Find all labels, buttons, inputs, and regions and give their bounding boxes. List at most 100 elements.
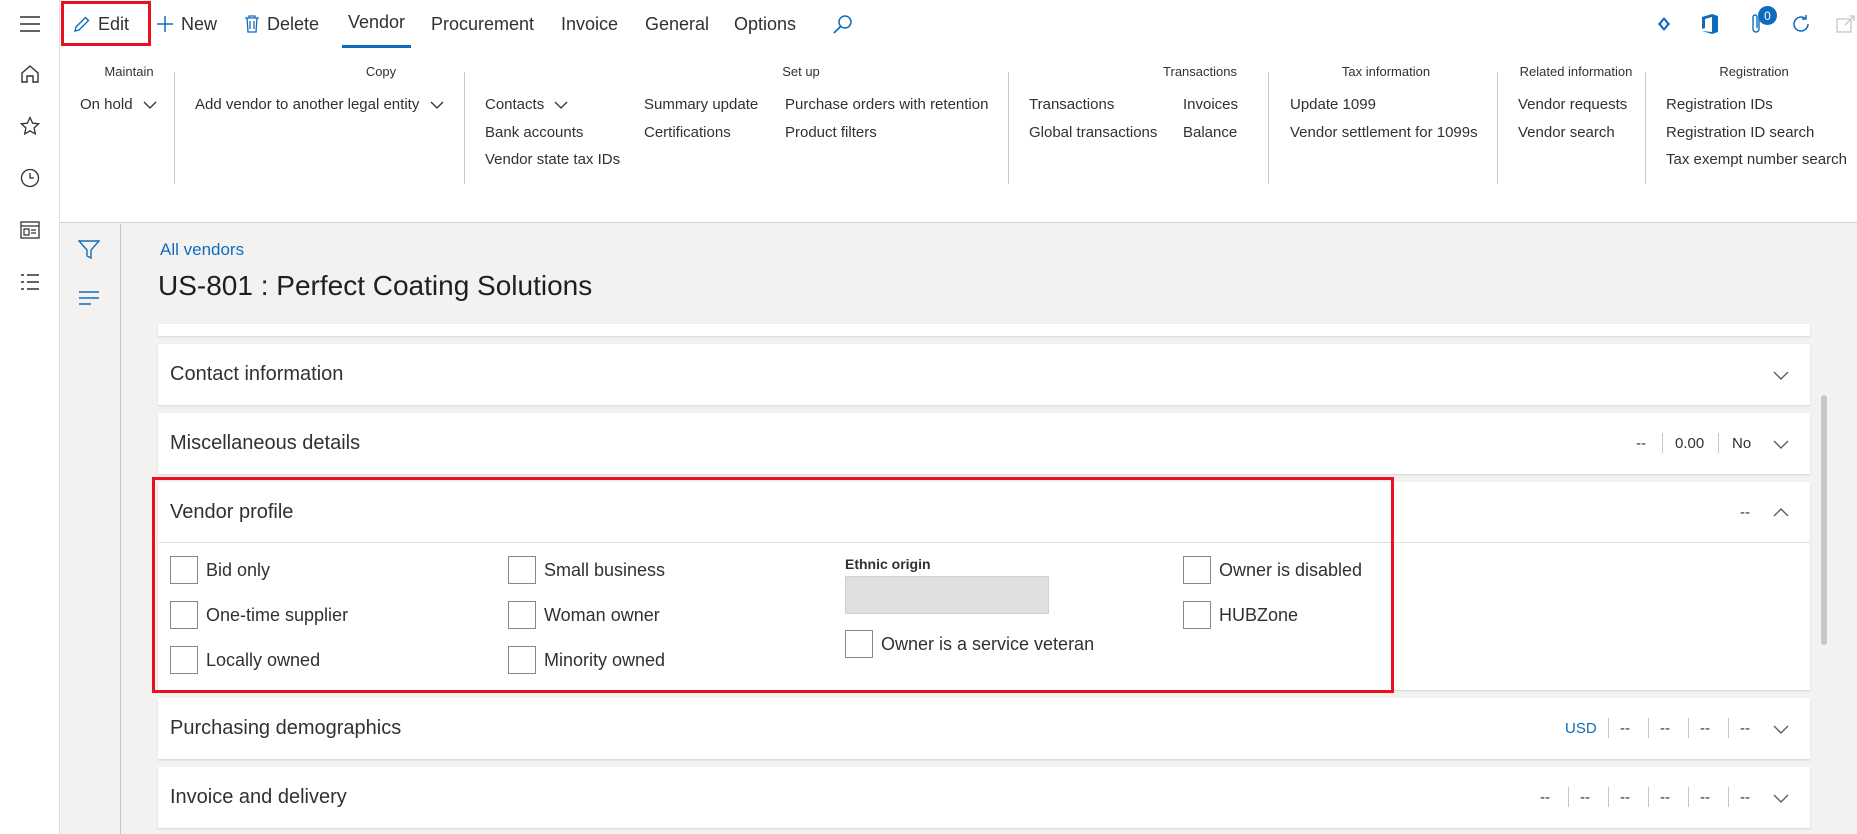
bank-accounts-button[interactable]: Bank accounts: [485, 124, 583, 141]
summary-divider: [1688, 718, 1689, 738]
ribbon-separator: [464, 72, 465, 184]
tab-general[interactable]: General: [645, 0, 709, 48]
vendor-state-tax-ids-button[interactable]: Vendor state tax IDs: [485, 151, 620, 168]
delete-label: Delete: [267, 13, 320, 34]
summary-value: --: [1660, 788, 1670, 806]
chevron-down-icon: [143, 101, 157, 109]
purchase-orders-retention-button[interactable]: Purchase orders with retention: [785, 96, 988, 113]
open-new-window-icon[interactable]: [1836, 0, 1857, 48]
summary-divider: [1718, 433, 1719, 453]
action-bar: Edit New Delete Vendor Procurement Invoi…: [60, 0, 1857, 48]
summary-value: --: [1636, 434, 1646, 452]
section-contact-information[interactable]: Contact information: [158, 344, 1810, 405]
summary-divider: [1608, 718, 1609, 738]
chevron-down-icon[interactable]: [1772, 789, 1790, 807]
search-icon[interactable]: [832, 0, 861, 48]
contacts-button[interactable]: Contacts: [485, 96, 568, 113]
summary-value: --: [1660, 719, 1670, 737]
summary-divider: [1648, 787, 1649, 807]
summary-divider: [1568, 787, 1569, 807]
registration-ids-button[interactable]: Registration IDs: [1666, 96, 1773, 113]
office-icon[interactable]: [1700, 0, 1727, 48]
transactions-button[interactable]: Transactions: [1029, 96, 1114, 113]
modules-list-icon[interactable]: [18, 270, 42, 294]
on-hold-button[interactable]: On hold: [80, 96, 157, 113]
nav-rail: [0, 0, 60, 834]
summary-value: --: [1700, 788, 1710, 806]
star-icon[interactable]: [18, 114, 42, 138]
plus-icon: [157, 16, 173, 32]
new-button[interactable]: New: [156, 0, 217, 48]
chevron-down-icon[interactable]: [1772, 720, 1790, 738]
breadcrumb[interactable]: All vendors: [160, 240, 244, 260]
vertical-scrollbar[interactable]: [1821, 395, 1827, 645]
tab-invoice[interactable]: Invoice: [561, 0, 618, 48]
section-title: Invoice and delivery: [170, 785, 347, 808]
edit-highlight-box: [61, 1, 151, 46]
currency-link[interactable]: USD: [1565, 698, 1597, 758]
summary-value: --: [1620, 719, 1630, 737]
tax-exempt-number-search-button[interactable]: Tax exempt number search: [1666, 151, 1847, 168]
filter-pane: [60, 224, 121, 834]
add-vendor-legal-entity-label: Add vendor to another legal entity: [195, 96, 420, 113]
summary-divider: [1662, 433, 1663, 453]
summary-divider: [1608, 787, 1609, 807]
invoices-button[interactable]: Invoices: [1183, 96, 1238, 113]
chevron-down-icon: [430, 101, 443, 109]
chevron-down-icon[interactable]: [1772, 435, 1790, 453]
ribbon-separator: [1497, 72, 1498, 184]
certifications-button[interactable]: Certifications: [644, 124, 731, 141]
section-purchasing-demographics[interactable]: Purchasing demographics USD -- -- -- --: [158, 698, 1810, 759]
section-title: Contact information: [170, 362, 344, 385]
global-transactions-button[interactable]: Global transactions: [1029, 124, 1157, 141]
hamburger-icon[interactable]: [18, 12, 42, 36]
update-1099-button[interactable]: Update 1099: [1290, 96, 1376, 113]
ribbon-separator: [1268, 72, 1269, 184]
workspace-icon[interactable]: [18, 218, 42, 242]
delete-button[interactable]: Delete: [244, 0, 319, 48]
summary-value: --: [1740, 719, 1750, 737]
on-hold-label: On hold: [80, 96, 133, 113]
summary-value: --: [1700, 719, 1710, 737]
summary-value: --: [1740, 503, 1750, 521]
group-title-maintain: Maintain: [104, 64, 154, 79]
group-title-tax-information: Tax information: [1341, 64, 1431, 79]
add-vendor-legal-entity-button[interactable]: Add vendor to another legal entity: [195, 96, 444, 113]
filter-icon[interactable]: [77, 240, 101, 265]
ribbon-separator: [1008, 72, 1009, 184]
home-icon[interactable]: [18, 62, 42, 86]
summary-update-button[interactable]: Summary update: [644, 96, 758, 113]
page-title: US-801 : Perfect Coating Solutions: [158, 270, 593, 301]
group-title-related-information: Related information: [1519, 64, 1633, 79]
refresh-icon[interactable]: [1790, 0, 1819, 48]
new-label: New: [181, 13, 218, 34]
show-list-icon[interactable]: [78, 290, 100, 311]
power-apps-icon[interactable]: [1654, 0, 1681, 48]
chevron-down-icon: [554, 101, 568, 109]
summary-value: --: [1740, 788, 1750, 806]
summary-divider: [1688, 787, 1689, 807]
ribbon: Maintain On hold Copy Add vendor to anot…: [60, 48, 1857, 223]
section-title: Purchasing demographics: [170, 716, 402, 739]
ribbon-separator: [174, 72, 175, 184]
vendor-settlement-1099s-button[interactable]: Vendor settlement for 1099s: [1290, 124, 1478, 141]
chevron-down-icon[interactable]: [1772, 366, 1790, 384]
product-filters-button[interactable]: Product filters: [785, 124, 877, 141]
vendor-search-button[interactable]: Vendor search: [1518, 124, 1615, 141]
summary-value: 0.00: [1675, 434, 1705, 452]
summary-divider: [1728, 718, 1729, 738]
summary-value: No: [1732, 434, 1752, 452]
summary-value: --: [1580, 788, 1590, 806]
contacts-label: Contacts: [485, 96, 545, 113]
vendor-requests-button[interactable]: Vendor requests: [1518, 96, 1627, 113]
registration-id-search-button[interactable]: Registration ID search: [1666, 124, 1814, 141]
tab-procurement[interactable]: Procurement: [431, 0, 534, 48]
chevron-up-icon[interactable]: [1772, 504, 1790, 522]
recent-icon[interactable]: [18, 166, 42, 190]
section-miscellaneous-details[interactable]: Miscellaneous details -- 0.00 No: [158, 413, 1810, 474]
tab-vendor[interactable]: Vendor: [342, 0, 412, 48]
balance-button[interactable]: Balance: [1183, 124, 1237, 141]
tab-options[interactable]: Options: [734, 0, 796, 48]
section-invoice-and-delivery[interactable]: Invoice and delivery -- -- -- -- -- --: [158, 767, 1810, 828]
vendor-profile-highlight-box: [152, 477, 1394, 693]
